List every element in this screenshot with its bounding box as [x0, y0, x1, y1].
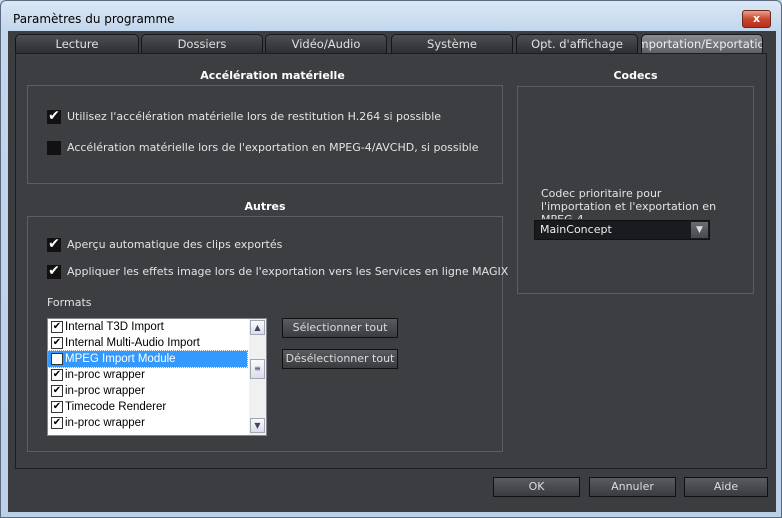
item-label: in-proc wrapper [65, 385, 145, 397]
hw-accel-group [27, 85, 503, 184]
scrollbar[interactable]: ▲ ≡ ▼ [249, 319, 266, 435]
effects-label: Appliquer les effets image lors de l'exp… [67, 265, 509, 278]
tab-import-export[interactable]: Importation/Exportation [641, 34, 763, 54]
deselect-all-button[interactable]: Désélectionner tout [282, 349, 398, 369]
scroll-thumb[interactable]: ≡ [250, 359, 265, 379]
help-button[interactable]: Aide [684, 477, 768, 497]
hw-accel-title: Accélération matérielle [200, 69, 345, 82]
item-label: Timecode Renderer [65, 401, 167, 413]
select-all-button[interactable]: Sélectionner tout [282, 318, 398, 338]
item-label: Internal Multi-Audio Import [65, 337, 200, 349]
item-checkbox[interactable]: ✔ [51, 401, 63, 413]
item-label: in-proc wrapper [65, 369, 145, 381]
list-item[interactable]: ✔ in-proc wrapper [48, 383, 247, 399]
list-item[interactable]: MPEG Import Module [47, 350, 248, 368]
list-item[interactable]: ✔ in-proc wrapper [48, 415, 247, 431]
codec-value: MainConcept [540, 223, 612, 236]
hw-mpeg4-label: Accélération matérielle lors de l'export… [67, 141, 479, 154]
item-checkbox[interactable]: ✔ [51, 369, 63, 381]
dialog-body: Lecture Dossiers Vidéo/Audio Système Opt… [8, 31, 776, 512]
formats-list[interactable]: ✔ Internal T3D Import ✔ Internal Multi-Aud… [47, 318, 267, 436]
scroll-down-icon[interactable]: ▼ [250, 418, 265, 433]
tab-dossiers[interactable]: Dossiers [141, 34, 263, 54]
tab-affichage[interactable]: Opt. d'affichage [516, 34, 638, 54]
tab-video-audio[interactable]: Vidéo/Audio [265, 34, 387, 54]
autres-title: Autres [244, 200, 286, 213]
scroll-up-icon[interactable]: ▲ [250, 320, 265, 335]
formats-label: Formats [47, 296, 92, 309]
tab-lecture[interactable]: Lecture [15, 34, 139, 54]
list-item[interactable]: ✔ Timecode Renderer [48, 399, 247, 415]
dialog-window: Paramètres du programme x Lecture Dossie… [0, 0, 782, 518]
item-label: Internal T3D Import [65, 321, 164, 333]
list-item[interactable]: ✔ Internal T3D Import [48, 319, 247, 335]
item-checkbox[interactable]: ✔ [51, 417, 63, 429]
tab-panel: Accélération matérielle ✔ Utilisez l'acc… [15, 53, 767, 469]
item-checkbox[interactable] [51, 353, 63, 365]
ok-button[interactable]: OK [493, 477, 580, 497]
window-title: Paramètres du programme [13, 12, 175, 26]
hw-h264-checkbox[interactable]: ✔ [47, 109, 61, 124]
codec-dropdown[interactable]: MainConcept ▼ [534, 220, 710, 240]
preview-checkbox[interactable]: ✔ [47, 237, 61, 252]
codec-priority-label: Codec prioritaire pour l'importation et … [541, 187, 717, 219]
item-label: in-proc wrapper [65, 417, 145, 429]
item-label: MPEG Import Module [65, 353, 176, 365]
hw-mpeg4-checkbox[interactable] [47, 141, 61, 155]
codecs-title: Codecs [613, 69, 658, 82]
list-item[interactable]: ✔ Internal Multi-Audio Import [48, 335, 247, 351]
hw-h264-label: Utilisez l'accélération matérielle lors … [67, 110, 442, 123]
item-checkbox[interactable]: ✔ [51, 385, 63, 397]
item-checkbox[interactable]: ✔ [51, 321, 63, 333]
item-checkbox[interactable]: ✔ [51, 337, 63, 349]
effects-checkbox[interactable]: ✔ [47, 264, 61, 279]
close-button[interactable]: x [742, 10, 771, 28]
preview-label: Aperçu automatique des clips exportés [67, 238, 283, 251]
chevron-down-icon[interactable]: ▼ [691, 222, 708, 238]
cancel-button[interactable]: Annuler [589, 477, 676, 497]
tab-systeme[interactable]: Système [391, 34, 513, 54]
list-item[interactable]: ✔ in-proc wrapper [48, 367, 247, 383]
